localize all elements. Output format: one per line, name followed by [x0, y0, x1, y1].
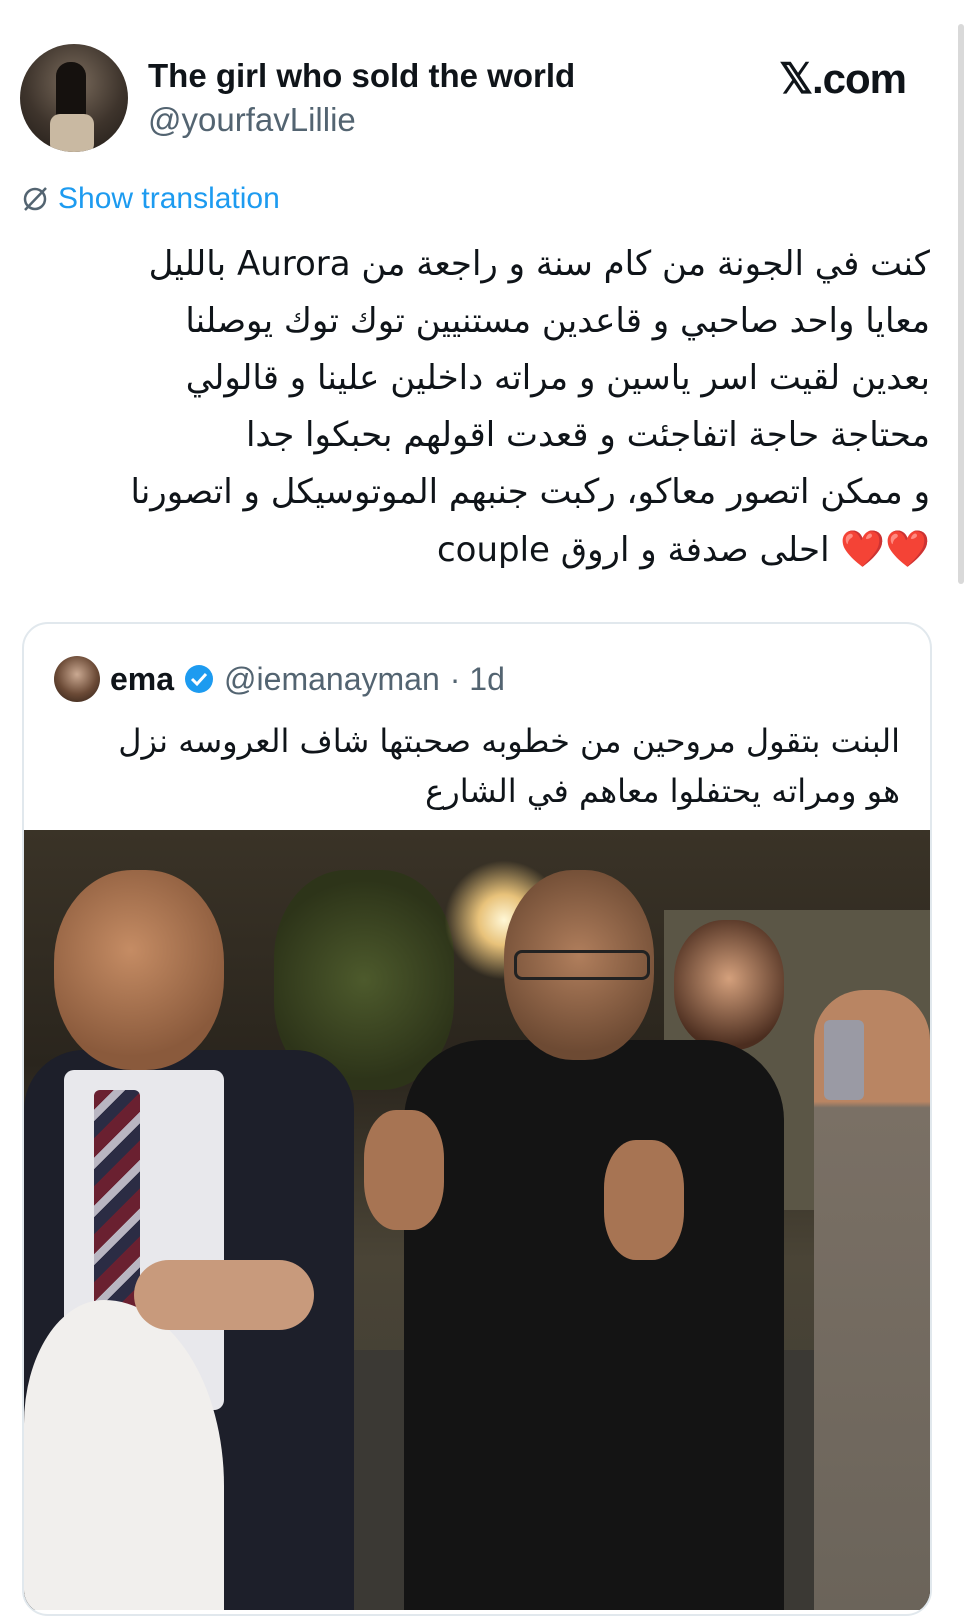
quoted-tweet-body: البنت بتقول مروحين من خطوبه صحبتها شاف ا… [54, 716, 900, 816]
verified-badge-icon [185, 665, 214, 693]
tweet-line: بعدين لقيت اسر ياسين و مراته داخلين علين… [185, 358, 930, 398]
scrollbar[interactable] [958, 24, 964, 584]
media-phone [824, 1020, 864, 1100]
quoted-author-avatar[interactable] [54, 656, 100, 702]
x-logo: 𝕏.com [779, 55, 907, 102]
heart-emoji: ❤️❤️ [840, 529, 930, 570]
show-translation-link[interactable]: Show translation [20, 182, 280, 216]
quoted-timestamp: · 1d [449, 660, 505, 697]
quoted-author-name[interactable]: ema [110, 661, 174, 698]
tweet-line: محتاجة حاجة اتفاجئت و قعدت اقولهم بحبكوا… [245, 415, 930, 455]
quoted-tweet[interactable]: ema @iemanayman · 1d البنت بتقول مروحين … [22, 622, 932, 1616]
tweet-body: كنت في الجونة من كام سنة و راجعة من Auro… [30, 236, 930, 579]
quoted-line: هو ومراته يحتفلوا معاهم في الشارع [425, 772, 900, 810]
author-handle[interactable]: @yourfavLillie [148, 98, 575, 142]
tweet-last-line: ❤️❤️ احلى صدفة و اروق couple [30, 521, 930, 579]
tweet-line: و ممكن اتصور معاكو، ركبت جنبهم الموتوسيك… [130, 472, 930, 512]
quoted-tweet-header: ema @iemanayman · 1d [54, 654, 505, 704]
quoted-media-video[interactable] [24, 830, 930, 1610]
author-info: The girl who sold the world @yourfavLill… [148, 54, 575, 142]
tweet-line: كنت في الجونة من كام سنة و راجعة من Auro… [148, 244, 930, 284]
media-man-center [364, 870, 804, 1610]
media-hand [134, 1260, 314, 1330]
quoted-author-handle[interactable]: @iemanayman [224, 661, 440, 698]
tweet-line: احلى صدفة و اروق couple [436, 530, 830, 570]
tweet-line: معايا واحد صاحبي و قاعدين مستنيين توك تو… [185, 301, 930, 341]
translate-icon [23, 187, 47, 211]
author-display-name[interactable]: The girl who sold the world [148, 54, 575, 98]
show-translation-label: Show translation [58, 182, 280, 215]
author-avatar[interactable] [20, 44, 128, 152]
quoted-line: البنت بتقول مروحين من خطوبه صحبتها شاف ا… [118, 722, 900, 760]
tweet-header: The girl who sold the world @yourfavLill… [20, 44, 950, 154]
